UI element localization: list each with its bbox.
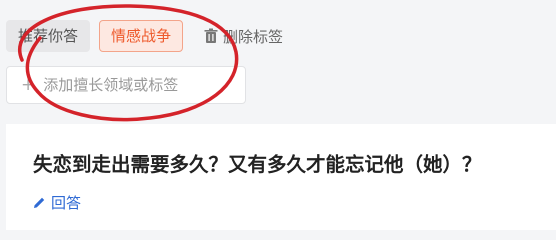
tag-recommended[interactable]: 推荐你答 (6, 20, 91, 52)
tag-row: 推荐你答 情感战争 删除标签 (6, 20, 283, 52)
trash-icon (204, 28, 218, 43)
answer-label: 回答 (51, 194, 82, 212)
add-tag-input[interactable] (43, 76, 234, 94)
question-title[interactable]: 失恋到走出需要多久？又有多久才能忘记他（她）？ (33, 148, 482, 177)
tag-active[interactable]: 情感战争 (99, 20, 184, 52)
plus-icon: + (21, 74, 36, 95)
pencil-icon (34, 197, 45, 208)
delete-tags-label: 删除标签 (223, 27, 284, 46)
answer-button[interactable]: 回答 (33, 192, 81, 213)
question-card: 失恋到走出需要多久？又有多久才能忘记他（她）？ 回答 (6, 124, 556, 230)
delete-tags-button[interactable]: 删除标签 (204, 26, 283, 47)
add-tag-field[interactable]: + (6, 66, 246, 104)
